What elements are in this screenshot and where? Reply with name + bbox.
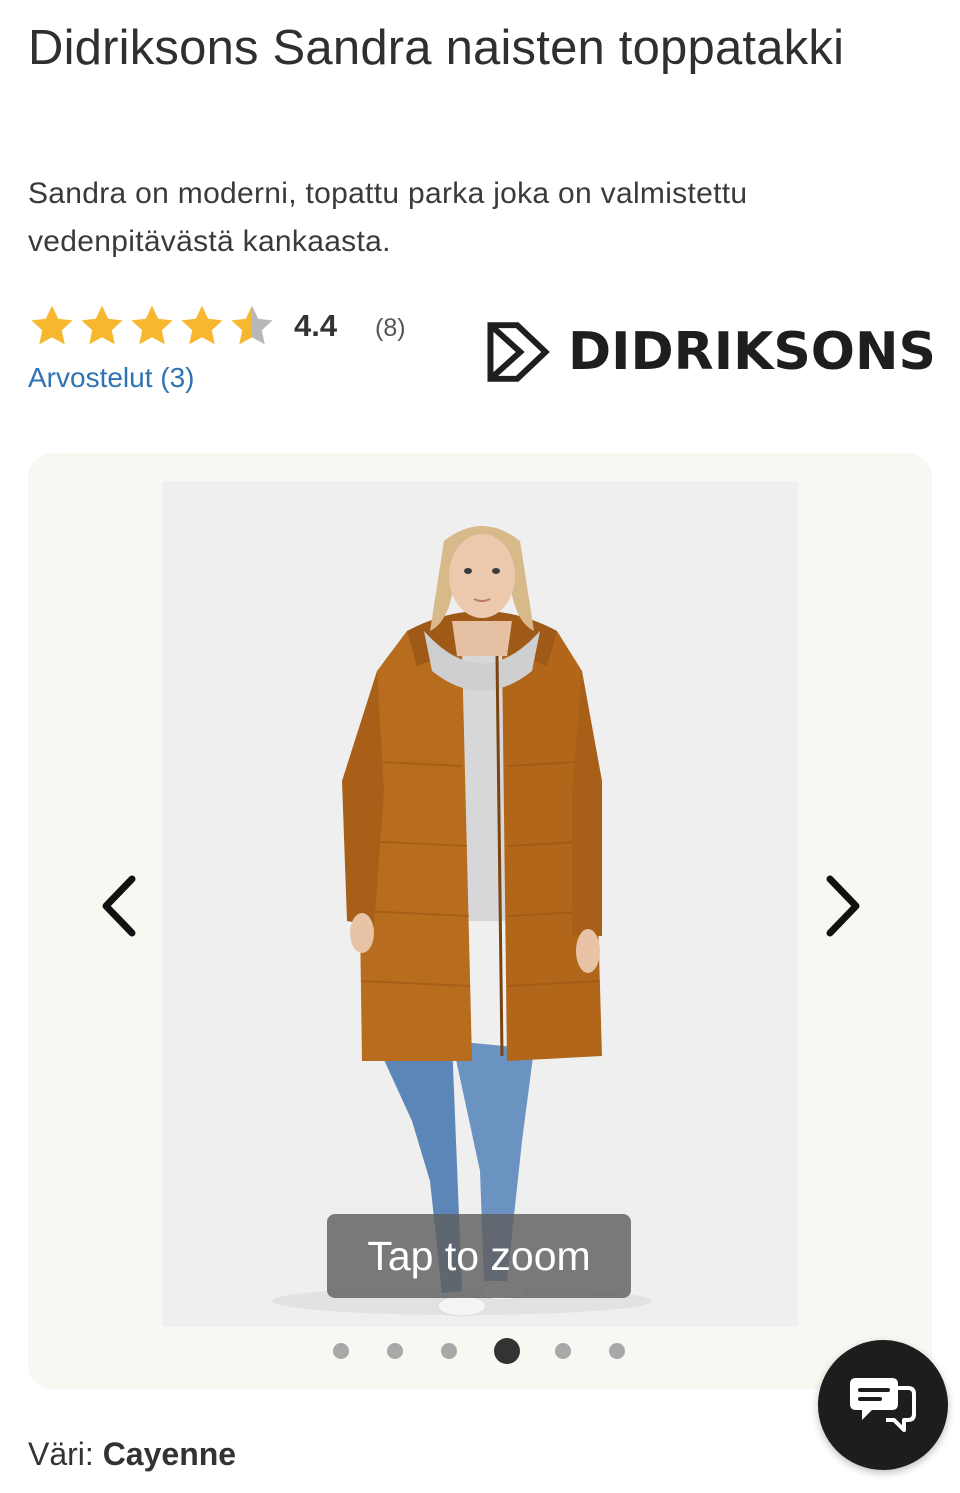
gallery-dot-5[interactable] bbox=[555, 1343, 571, 1359]
model-in-jacket-illustration bbox=[272, 526, 652, 1317]
gallery-dot-6[interactable] bbox=[609, 1343, 625, 1359]
gallery-dot-1[interactable] bbox=[333, 1343, 349, 1359]
star-icon bbox=[131, 305, 173, 345]
rating-value: 4.4 bbox=[294, 308, 338, 343]
chat-bubbles-icon bbox=[850, 1378, 916, 1432]
brand-name: DIDRIKSONS bbox=[568, 322, 936, 382]
color-selection: Väri: Cayenne bbox=[28, 1436, 236, 1473]
star-icon bbox=[181, 305, 223, 345]
chevron-left-icon[interactable] bbox=[94, 871, 144, 941]
color-value: Cayenne bbox=[102, 1436, 237, 1472]
brand-logo[interactable]: DIDRIKSONS bbox=[486, 310, 936, 394]
product-description: Sandra on moderni, topattu parka joka on… bbox=[28, 177, 748, 258]
gallery-dot-2[interactable] bbox=[387, 1343, 403, 1359]
star-icon bbox=[81, 305, 123, 345]
rating-count: (8) bbox=[375, 314, 406, 342]
gallery-dot-3[interactable] bbox=[441, 1343, 457, 1359]
product-image[interactable] bbox=[162, 481, 798, 1327]
color-label: Väri: bbox=[28, 1436, 94, 1472]
product-title: Didriksons Sandra naisten toppatakki bbox=[28, 21, 845, 75]
half-star-icon bbox=[231, 305, 273, 345]
reviews-link[interactable]: Arvostelut (3) bbox=[28, 362, 195, 394]
rating-stars bbox=[28, 302, 276, 354]
gallery-pagination bbox=[28, 1338, 932, 1364]
chevron-right-icon[interactable] bbox=[818, 871, 868, 941]
tap-to-zoom-hint[interactable]: Tap to zoom bbox=[327, 1214, 631, 1298]
gallery-dot-4-active[interactable] bbox=[494, 1338, 520, 1364]
chat-button[interactable] bbox=[818, 1340, 948, 1470]
star-icon bbox=[31, 305, 73, 345]
product-gallery[interactable]: Tap to zoom bbox=[28, 453, 932, 1389]
didriksons-logo-icon bbox=[487, 322, 550, 382]
